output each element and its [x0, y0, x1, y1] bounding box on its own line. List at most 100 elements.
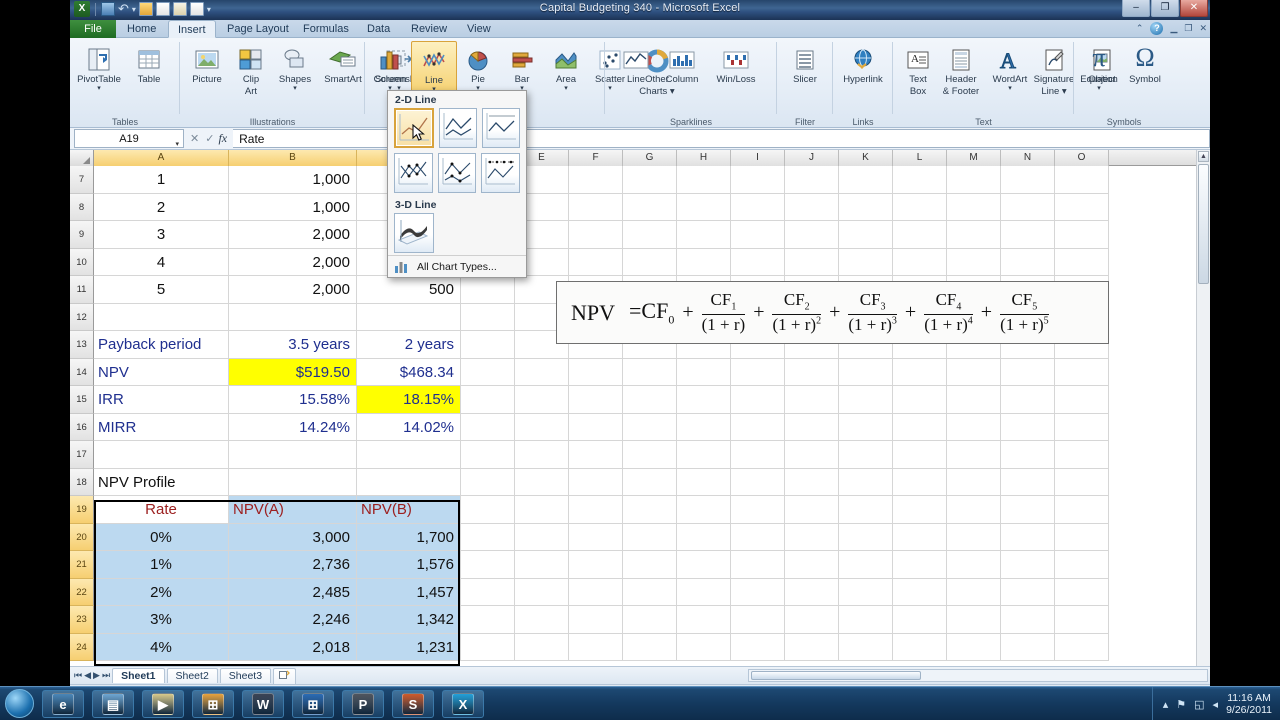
cell-K24[interactable] [839, 633, 893, 661]
cell-I21[interactable] [731, 551, 785, 579]
cell-E17[interactable] [515, 441, 569, 469]
cell-M17[interactable] [947, 441, 1001, 469]
gallery-row-2d-2[interactable] [388, 148, 526, 193]
cell-L22[interactable] [893, 578, 947, 606]
cell-A21[interactable]: 1% [94, 551, 229, 579]
cell-H16[interactable] [677, 413, 731, 441]
enter-formula-icon[interactable]: ✓ [205, 132, 214, 145]
cell-F14[interactable] [569, 358, 623, 386]
cell-J9[interactable] [785, 221, 839, 249]
cell-F15[interactable] [569, 386, 623, 414]
cell-B7[interactable]: 1,000 [229, 166, 357, 194]
hyperlink-button[interactable]: Hyperlink [840, 41, 886, 85]
cell-B19[interactable]: NPV(A) [229, 496, 357, 524]
cell-E23[interactable] [515, 606, 569, 634]
cell-J22[interactable] [785, 578, 839, 606]
cell-B14[interactable]: $519.50 [229, 358, 357, 386]
equation-button[interactable]: π Equation ▾ [1076, 41, 1122, 92]
taskbar-button-excel[interactable]: X [442, 690, 484, 718]
cell-C11[interactable]: 500 [357, 276, 461, 304]
column-header-L[interactable]: L [893, 150, 947, 166]
cell-H7[interactable] [677, 166, 731, 194]
tab-data[interactable]: Data [358, 20, 399, 38]
cell-N14[interactable] [1001, 358, 1055, 386]
prev-sheet-icon[interactable]: ◀ [84, 670, 91, 681]
cell-I20[interactable] [731, 523, 785, 551]
cell-K21[interactable] [839, 551, 893, 579]
cell-H15[interactable] [677, 386, 731, 414]
collapse-ribbon-icon[interactable]: ⌃ [1136, 23, 1144, 34]
column-header-G[interactable]: G [623, 150, 677, 166]
cell-D24[interactable] [461, 633, 515, 661]
cell-A12[interactable] [94, 303, 229, 331]
cell-H22[interactable] [677, 578, 731, 606]
cell-J8[interactable] [785, 193, 839, 221]
cell-H24[interactable] [677, 633, 731, 661]
cell-C14[interactable]: $468.34 [357, 358, 461, 386]
cell-E18[interactable] [515, 468, 569, 496]
cell-J15[interactable] [785, 386, 839, 414]
cell-N19[interactable] [1001, 496, 1055, 524]
close-workbook-icon[interactable]: ✕ [1199, 23, 1207, 34]
cell-H19[interactable] [677, 496, 731, 524]
sparkline-line-button[interactable]: Line [613, 41, 659, 85]
column-header-J[interactable]: J [785, 150, 839, 166]
cell-A23[interactable]: 3% [94, 606, 229, 634]
cell-H8[interactable] [677, 193, 731, 221]
row-header-11[interactable]: 11 [70, 276, 94, 304]
taskbar-button-file-explorer[interactable]: ▤ [92, 690, 134, 718]
cell-J7[interactable] [785, 166, 839, 194]
cell-L23[interactable] [893, 606, 947, 634]
cell-D16[interactable] [461, 413, 515, 441]
cell-O17[interactable] [1055, 441, 1109, 469]
cell-I23[interactable] [731, 606, 785, 634]
cell-B9[interactable]: 2,000 [229, 221, 357, 249]
vertical-scrollbar[interactable]: ▲ [1196, 150, 1210, 666]
cell-N22[interactable] [1001, 578, 1055, 606]
cell-M21[interactable] [947, 551, 1001, 579]
chart-thumb-100-stacked-line-with-markers[interactable] [481, 153, 521, 193]
cell-M7[interactable] [947, 166, 1001, 194]
cell-F23[interactable] [569, 606, 623, 634]
column-header-H[interactable]: H [677, 150, 731, 166]
window-controls[interactable]: – ❐ ✕ [1121, 0, 1208, 17]
cell-J10[interactable] [785, 248, 839, 276]
taskbar-button-internet-explorer[interactable]: e [42, 690, 84, 718]
cell-L14[interactable] [893, 358, 947, 386]
cell-N17[interactable] [1001, 441, 1055, 469]
cell-G17[interactable] [623, 441, 677, 469]
cell-D20[interactable] [461, 523, 515, 551]
taskbar-button-calculator-2[interactable]: ⊞ [292, 690, 334, 718]
cell-B24[interactable]: 2,018 [229, 633, 357, 661]
cell-B15[interactable]: 15.58% [229, 386, 357, 414]
cancel-formula-icon[interactable]: ✕ [190, 132, 199, 145]
column-header-F[interactable]: F [569, 150, 623, 166]
chart-thumb-3d-line[interactable] [394, 213, 434, 253]
column-header-A[interactable]: A [94, 150, 229, 166]
cell-N23[interactable] [1001, 606, 1055, 634]
cell-O7[interactable] [1055, 166, 1109, 194]
row-header-9[interactable]: 9 [70, 221, 94, 249]
cell-A16[interactable]: MIRR [94, 413, 229, 441]
chart-thumb-line[interactable] [394, 108, 434, 148]
row-header-15[interactable]: 15 [70, 386, 94, 414]
cell-G22[interactable] [623, 578, 677, 606]
cell-A8[interactable]: 2 [94, 193, 229, 221]
tab-page-layout[interactable]: Page Layout [218, 20, 298, 38]
cell-J16[interactable] [785, 413, 839, 441]
cell-O24[interactable] [1055, 633, 1109, 661]
cell-M14[interactable] [947, 358, 1001, 386]
cell-F24[interactable] [569, 633, 623, 661]
row-header-20[interactable]: 20 [70, 523, 94, 551]
header-footer-button[interactable]: Header & Footer [935, 41, 987, 97]
sparkline-winloss-button[interactable]: Win/Loss [705, 41, 767, 85]
cell-I9[interactable] [731, 221, 785, 249]
cell-G16[interactable] [623, 413, 677, 441]
cell-A24[interactable]: 4% [94, 633, 229, 661]
pivottable-button[interactable]: PivotTable ▾ [76, 41, 122, 92]
cell-N9[interactable] [1001, 221, 1055, 249]
cell-L18[interactable] [893, 468, 947, 496]
tab-formulas[interactable]: Formulas [294, 20, 358, 38]
cell-H18[interactable] [677, 468, 731, 496]
cell-L20[interactable] [893, 523, 947, 551]
